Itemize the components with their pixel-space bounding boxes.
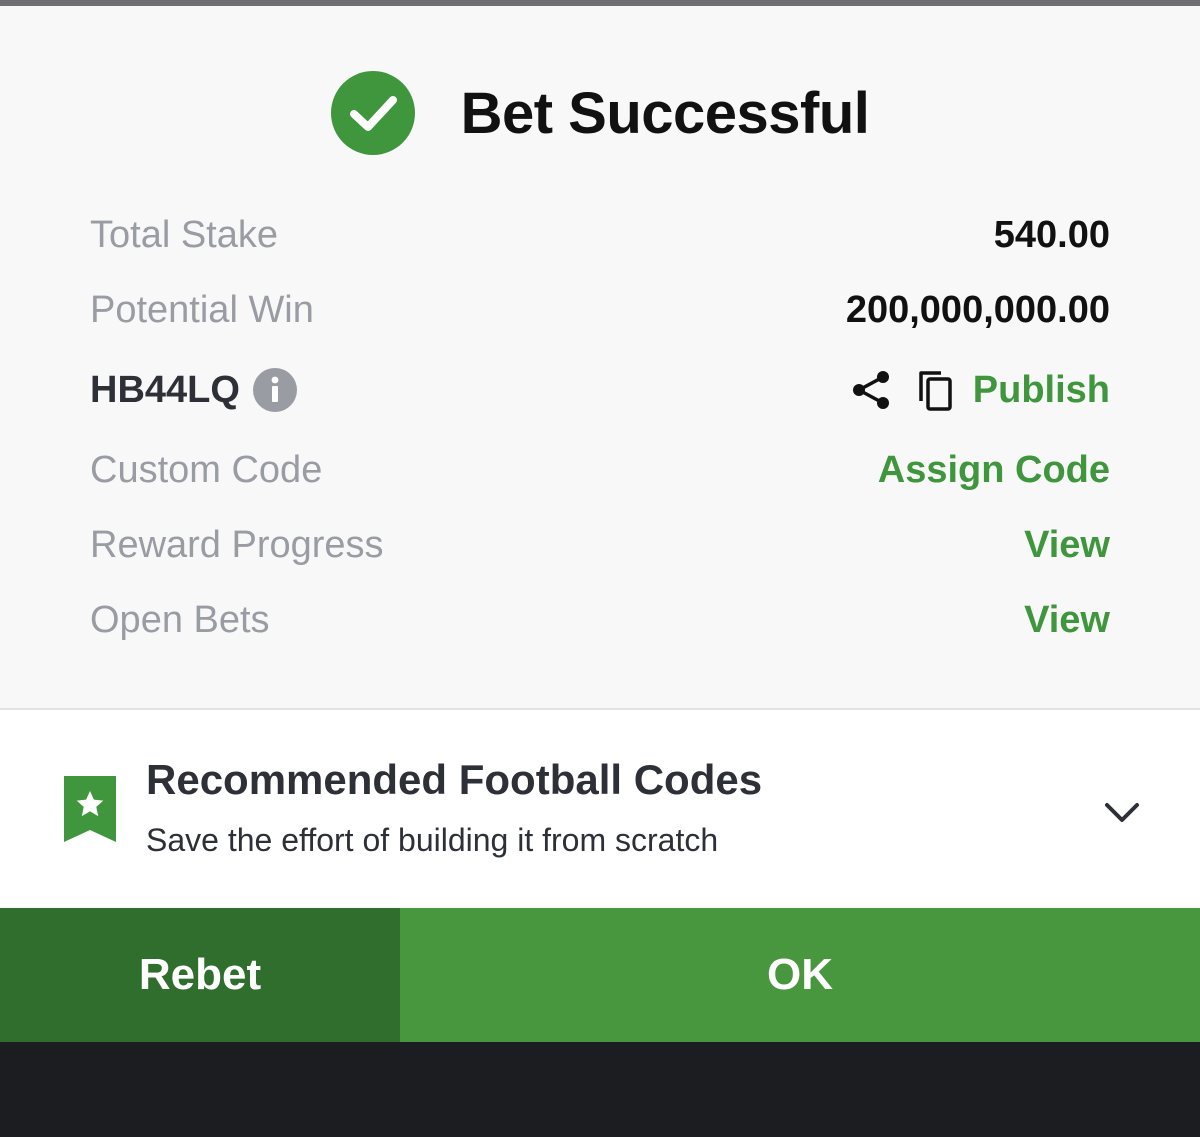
recommended-subtitle: Save the effort of building it from scra…: [146, 822, 719, 858]
total-stake-value: 540.00: [993, 213, 1110, 256]
info-icon[interactable]: [252, 367, 298, 413]
share-icon[interactable]: [849, 367, 895, 413]
open-bets-label: Open Bets: [90, 598, 270, 641]
bookmark-star-icon: [64, 776, 116, 842]
booking-code: HB44LQ: [90, 368, 240, 411]
recommended-codes-panel[interactable]: Recommended Football Codes Save the effo…: [0, 710, 1200, 906]
total-stake-label: Total Stake: [90, 213, 278, 256]
potential-win-label: Potential Win: [90, 288, 314, 331]
publish-link[interactable]: Publish: [973, 369, 1110, 412]
reward-progress-label: Reward Progress: [90, 523, 384, 566]
assign-code-link[interactable]: Assign Code: [878, 449, 1110, 492]
reward-progress-row: Reward Progress View: [90, 515, 1110, 575]
custom-code-row: Custom Code Assign Code: [90, 440, 1110, 500]
bottom-bar: [0, 1042, 1200, 1137]
rebet-button[interactable]: Rebet: [0, 908, 400, 1042]
ok-button[interactable]: OK: [400, 908, 1200, 1042]
page-title: Bet Successful: [460, 80, 870, 146]
potential-win-row: Potential Win 200,000,000.00: [90, 280, 1110, 340]
potential-win-value: 200,000,000.00: [845, 288, 1110, 331]
custom-code-label: Custom Code: [90, 448, 323, 491]
total-stake-row: Total Stake 540.00: [90, 205, 1110, 265]
copy-icon[interactable]: [913, 367, 959, 413]
open-bets-row: Open Bets View: [90, 590, 1110, 650]
booking-code-actions: Publish: [849, 367, 1110, 413]
success-header: Bet Successful: [0, 70, 1200, 156]
open-bets-view-link[interactable]: View: [1024, 599, 1110, 642]
top-strip: [0, 0, 1200, 6]
chevron-down-icon[interactable]: [1102, 792, 1142, 832]
booking-code-row: HB44LQ Publish: [90, 360, 1110, 420]
check-circle-icon: [330, 71, 415, 155]
booking-code-group: HB44LQ: [90, 367, 298, 413]
recommended-title: Recommended Football Codes: [146, 756, 763, 803]
reward-progress-view-link[interactable]: View: [1024, 524, 1110, 567]
